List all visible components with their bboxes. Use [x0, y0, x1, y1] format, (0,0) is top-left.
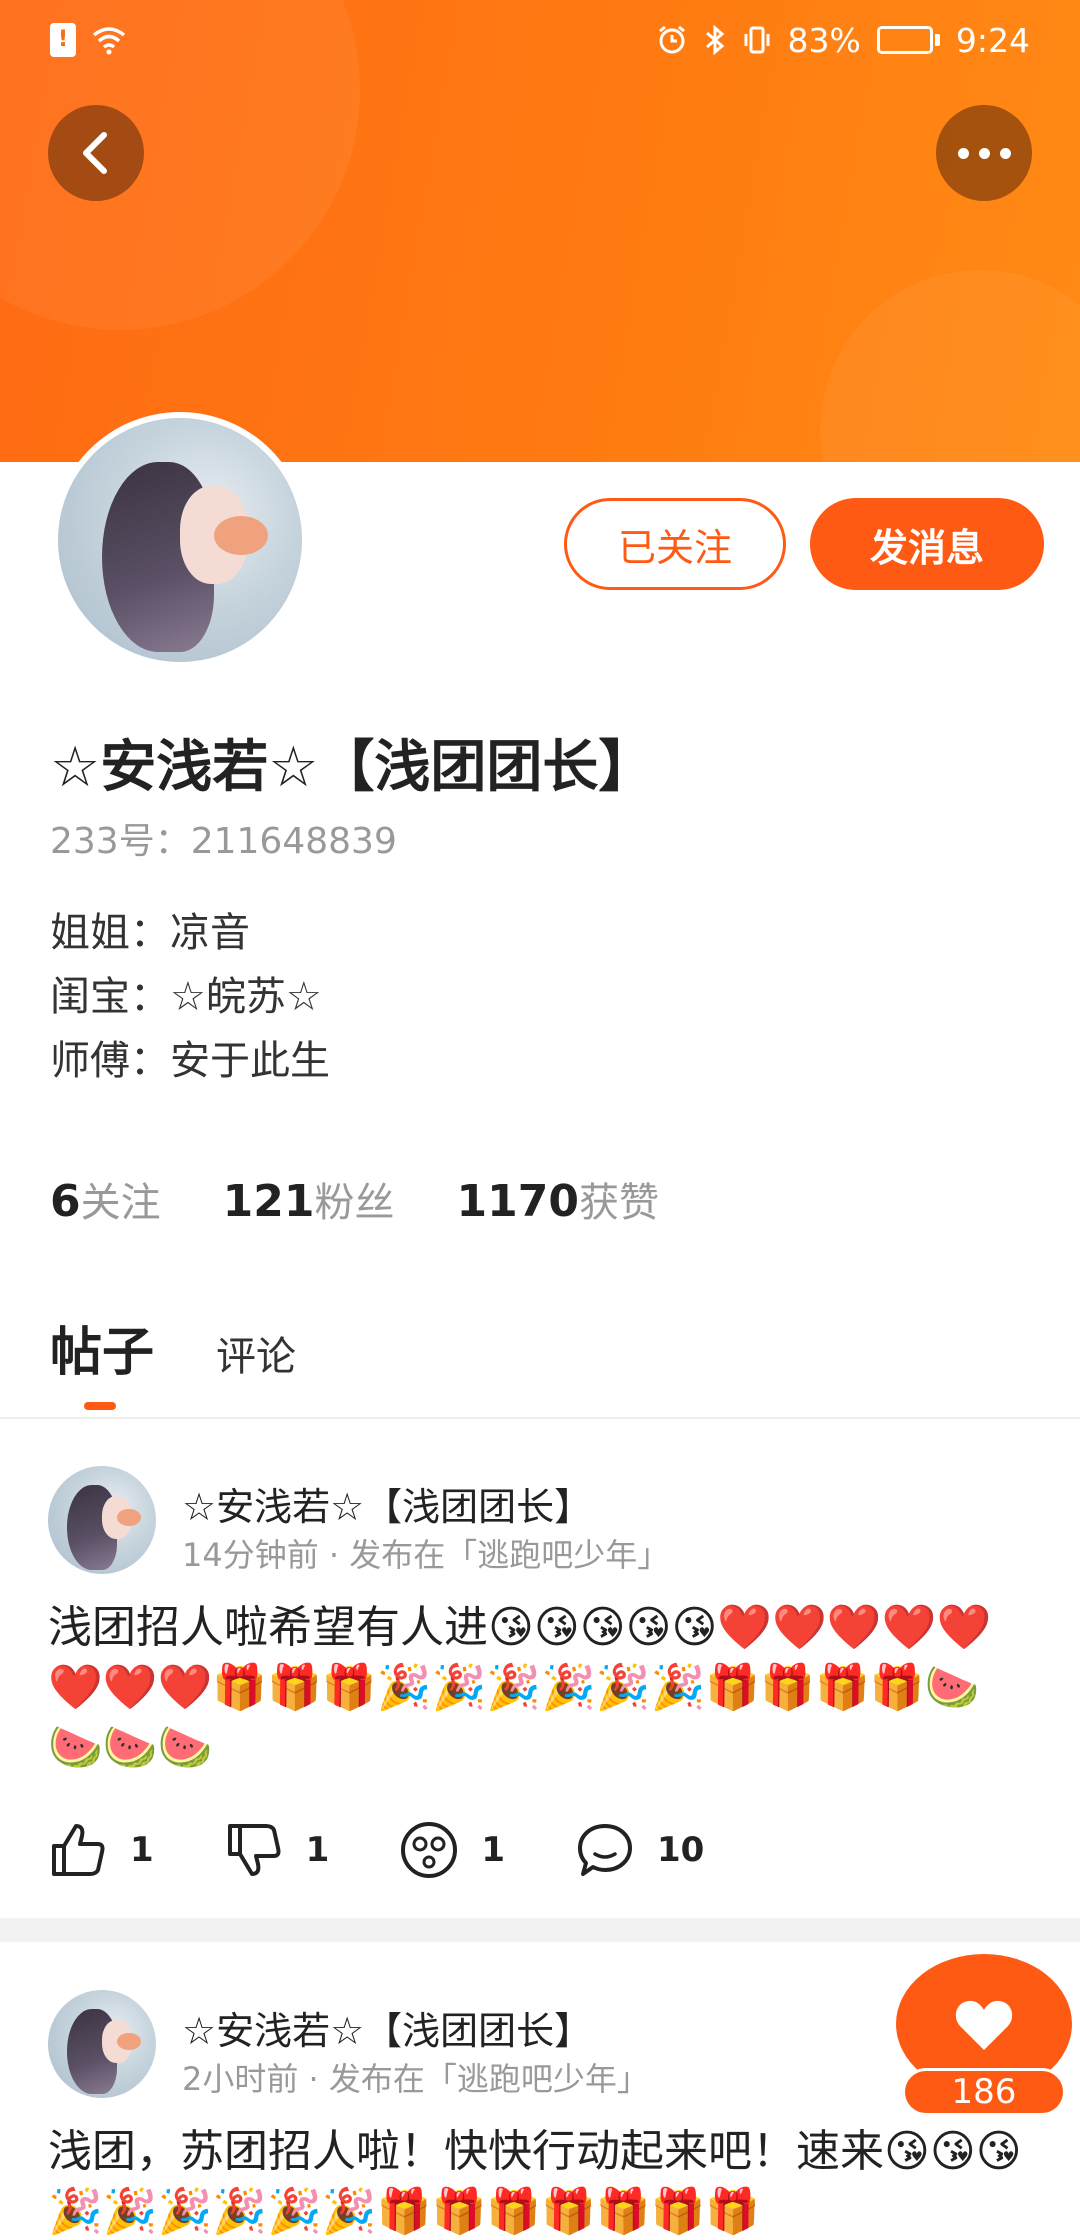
profile-display-name: ☆安浅若☆【浅团团长】 — [50, 735, 655, 800]
more-button[interactable] — [936, 105, 1032, 201]
profile-avatar[interactable] — [52, 412, 308, 668]
relation-master[interactable]: 师傅：安于此生 — [50, 1028, 330, 1086]
profile-banner: ! 83% 9:24 — [0, 0, 1080, 462]
post-content[interactable]: 浅团，苏团招人啦！快快行动起来吧！速来😘😘😘🎉🎉🎉🎉🎉🎉🎁🎁🎁🎁🎁🎁🎁 — [48, 2122, 1028, 2240]
tab-comments[interactable]: 评论 — [216, 1324, 296, 1382]
post-meta: 2小时前 · 发布在「逃跑吧少年」 — [182, 2060, 649, 2098]
bluetooth-icon — [704, 24, 726, 56]
post-author-avatar[interactable] — [48, 1466, 156, 1574]
post-author-name[interactable]: ☆安浅若☆【浅团团长】 — [182, 2000, 592, 2055]
stat-following[interactable]: 6关注 — [50, 1170, 161, 1228]
battery-icon — [876, 26, 940, 54]
stat-fans[interactable]: 121粉丝 — [223, 1170, 395, 1228]
active-tab-indicator — [84, 1402, 116, 1410]
banner-decoration — [820, 270, 1080, 462]
battery-percent: 83% — [787, 20, 861, 60]
comment-button[interactable]: 10 — [575, 1820, 704, 1880]
reaction-button[interactable]: 1 — [399, 1820, 505, 1880]
post-card[interactable]: ☆安浅若☆【浅团团长】 14分钟前 · 发布在「逃跑吧少年」 浅团招人啦希望有人… — [0, 1418, 1080, 1918]
avatar-image — [58, 418, 302, 662]
relation-bestie[interactable]: 闺宝：☆皖苏☆ — [50, 964, 322, 1022]
sim-alert-icon: ! — [50, 23, 76, 57]
dislike-button[interactable]: 1 — [224, 1820, 330, 1880]
back-button[interactable] — [48, 105, 144, 201]
thumbs-up-icon — [52, 1824, 105, 1876]
reaction-count: 1 — [481, 1830, 506, 1870]
floating-like-count: 186 — [902, 2068, 1066, 2116]
more-dots-icon — [957, 147, 1011, 159]
following-button[interactable]: 已关注 — [564, 498, 786, 590]
status-bar: ! 83% 9:24 — [0, 0, 1080, 80]
stat-likes-received[interactable]: 1170获赞 — [456, 1170, 658, 1228]
dislike-count: 1 — [305, 1830, 330, 1870]
floating-like-button[interactable]: 186 — [896, 1954, 1072, 2130]
post-actions: 1 1 1 10 — [48, 1820, 704, 1880]
like-button[interactable]: 1 — [48, 1820, 154, 1880]
tab-posts[interactable]: 帖子 — [50, 1310, 154, 1410]
dizzy-face-icon — [401, 1822, 458, 1878]
alarm-icon — [656, 24, 688, 56]
post-meta: 14分钟前 · 发布在「逃跑吧少年」 — [182, 1536, 670, 1574]
post-separator — [0, 1918, 1080, 1942]
vibrate-icon — [742, 24, 772, 56]
post-author-avatar[interactable] — [48, 1990, 156, 2098]
heart-icon — [955, 2000, 1013, 2050]
like-count: 1 — [130, 1830, 154, 1870]
profile-tabs: 帖子 评论 — [50, 1310, 296, 1410]
thumbs-down-icon — [227, 1824, 281, 1876]
back-arrow-icon — [83, 132, 107, 174]
post-author-name[interactable]: ☆安浅若☆【浅团团长】 — [182, 1476, 592, 1531]
comment-bubble-icon — [578, 1824, 633, 1876]
clock: 9:24 — [955, 20, 1030, 60]
relation-sister[interactable]: 姐姐：凉音 — [50, 900, 250, 958]
send-message-button[interactable]: 发消息 — [810, 498, 1044, 590]
post-content[interactable]: 浅团招人啦希望有人进😘😘😘😘😘❤️❤️❤️❤️❤️❤️❤️❤️🎁🎁🎁🎉🎉🎉🎉🎉🎉… — [48, 1598, 1028, 1778]
profile-stats: 6关注 121粉丝 1170获赞 — [50, 1170, 659, 1228]
profile-user-id: 233号：211648839 — [50, 821, 397, 862]
wifi-icon — [92, 25, 126, 55]
comment-count: 10 — [657, 1830, 705, 1870]
